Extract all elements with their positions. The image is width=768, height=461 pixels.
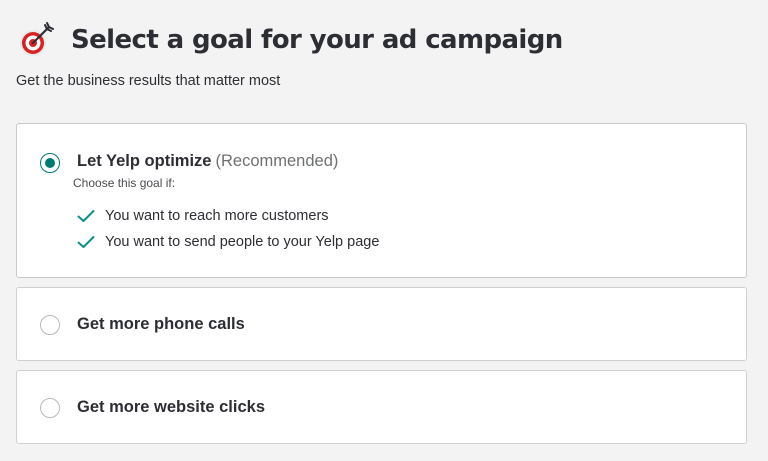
benefit-item: You want to send people to your Yelp pag… — [77, 234, 379, 250]
page-subtitle: Get the business results that matter mos… — [16, 73, 281, 89]
radio-button[interactable] — [40, 398, 60, 418]
page-title: Select a goal for your ad campaign — [71, 25, 563, 55]
benefit-text: You want to reach more customers — [105, 208, 329, 224]
goal-option-website-clicks[interactable]: Get more website clicks — [16, 370, 747, 444]
checkmark-icon — [77, 235, 95, 249]
benefit-text: You want to send people to your Yelp pag… — [105, 234, 380, 250]
benefit-item: You want to reach more customers — [77, 208, 329, 224]
radio-dot — [44, 157, 55, 168]
page-header: Select a goal for your ad campaign — [16, 20, 563, 60]
option-title: Let Yelp optimize (Recommended) — [77, 152, 338, 171]
radio-button[interactable] — [40, 315, 60, 335]
target-arrow-icon — [16, 20, 56, 60]
goal-option-yelp-optimize[interactable]: Let Yelp optimize (Recommended) Choose th… — [16, 123, 747, 278]
option-label: Get more website clicks — [77, 398, 266, 416]
choose-goal-label: Choose this goal if: — [73, 176, 176, 190]
option-label: Let Yelp optimize — [77, 152, 212, 170]
option-label: Get more phone calls — [77, 315, 245, 333]
checkmark-icon — [77, 209, 95, 223]
recommended-tag: (Recommended) — [215, 152, 339, 170]
radio-button-selected[interactable] — [40, 153, 60, 173]
goal-option-phone-calls[interactable]: Get more phone calls — [16, 287, 747, 361]
